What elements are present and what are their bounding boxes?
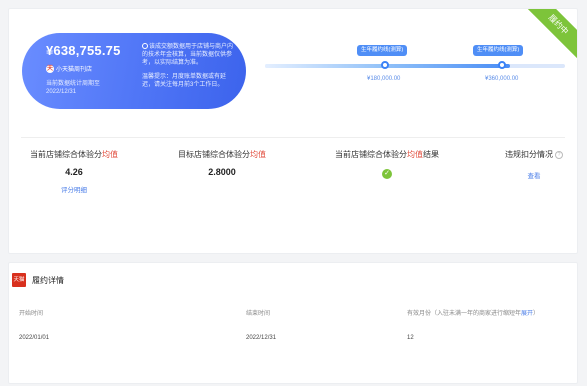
summary-desc-text: 该成交额数据用于店铺与商户内的技术年金核算，当前数据仅供参考，以实际结算为准。 — [142, 44, 234, 66]
detail-start-date: 开始时间 2022/01/01 — [19, 308, 49, 341]
question-icon[interactable]: ? — [555, 150, 563, 159]
milestone-value-1: ¥180,000.00 — [367, 76, 401, 82]
turnover-amount: ¥638,755.75 — [46, 43, 121, 58]
info-icon — [142, 43, 148, 50]
view-violations-link[interactable]: 查看 — [499, 170, 569, 180]
summary-description: 该成交额数据用于店铺与商户内的技术年金核算，当前数据仅供参考，以实际结算为准。 … — [142, 43, 234, 95]
field-label: 结束时间 — [246, 311, 271, 317]
field-value: 2022/01/01 — [19, 335, 50, 341]
turnover-progress-bar: 生年履约线(测算) ¥180,000.00 生年履约线(测算) ¥360,000… — [265, 45, 565, 82]
milestone-node-2[interactable] — [498, 61, 506, 69]
detail-end-date: 结束时间 2022/12/31 — [246, 308, 276, 341]
field-value: 12 — [407, 335, 414, 341]
expand-link[interactable]: 展开 — [521, 311, 533, 317]
metric-target-score: 目标店铺综合体验分均值 2.8000 — [172, 149, 272, 177]
metric-label: 违规扣分情况? — [499, 149, 569, 160]
metric-current-score: 当前店铺综合体验分均值 4.26 评分明细 — [19, 149, 129, 194]
metric-value: 2.8000 — [208, 167, 236, 177]
performance-summary-card: 履约中 ¥638,755.75 天 小天猫周刊店 当前数据统计周期至 2022/… — [8, 8, 578, 254]
period-note-line2: 2022/12/31 — [46, 89, 77, 95]
shop-info[interactable]: 天 小天猫周刊店 — [46, 64, 92, 73]
shop-name: 小天猫周刊店 — [56, 67, 93, 73]
tmall-logo-icon: 天猫 — [12, 273, 26, 287]
field-label: 开始时间 — [19, 311, 44, 317]
score-detail-link[interactable]: 评分明细 — [19, 184, 129, 194]
field-label: 有效月份（入驻未满一年的商家进行缩短年展开） — [407, 311, 540, 317]
metric-label: 目标店铺综合体验分均值 — [178, 150, 266, 159]
milestone-tip-1: 生年履约线(测算) — [357, 45, 408, 56]
shop-logo-icon: 天 — [46, 64, 54, 73]
summary-hint: 温馨提示：月度账单数据或有延迟，请关注每月前3个工作日。 — [142, 74, 227, 88]
summary-amount-panel: ¥638,755.75 天 小天猫周刊店 当前数据统计周期至 2022/12/3… — [22, 33, 246, 109]
metric-score-result: 当前店铺综合体验分均值结果 ✓ — [327, 149, 447, 179]
check-circle-icon: ✓ — [382, 169, 392, 179]
period-note-line1: 当前数据统计周期至 — [46, 81, 101, 87]
metric-violations: 违规扣分情况? 查看 — [499, 149, 569, 180]
detail-title: 履约详情 — [32, 275, 64, 285]
field-value: 2022/12/31 — [246, 335, 277, 341]
milestone-node-1[interactable] — [381, 61, 389, 69]
metric-label: 当前店铺综合体验分均值 — [30, 150, 118, 159]
section-divider — [21, 137, 565, 138]
metric-label: 当前店铺综合体验分均值结果 — [335, 150, 439, 159]
period-note: 当前数据统计周期至 2022/12/31 — [46, 80, 100, 96]
milestone-tip-2: 生年履约线(测算) — [473, 45, 524, 56]
metric-value: 4.26 — [65, 167, 83, 177]
status-ribbon: 履约中 — [524, 9, 577, 59]
milestone-value-2: ¥360,000.00 — [485, 76, 519, 82]
summary-desc-para: 该成交额数据用于店铺与商户内的技术年金核算，当前数据仅供参考，以实际结算为准。 — [142, 43, 234, 67]
detail-valid-months: 有效月份（入驻未满一年的商家进行缩短年展开） 12 — [407, 308, 539, 341]
detail-header: 天猫 履约详情 — [12, 273, 64, 287]
